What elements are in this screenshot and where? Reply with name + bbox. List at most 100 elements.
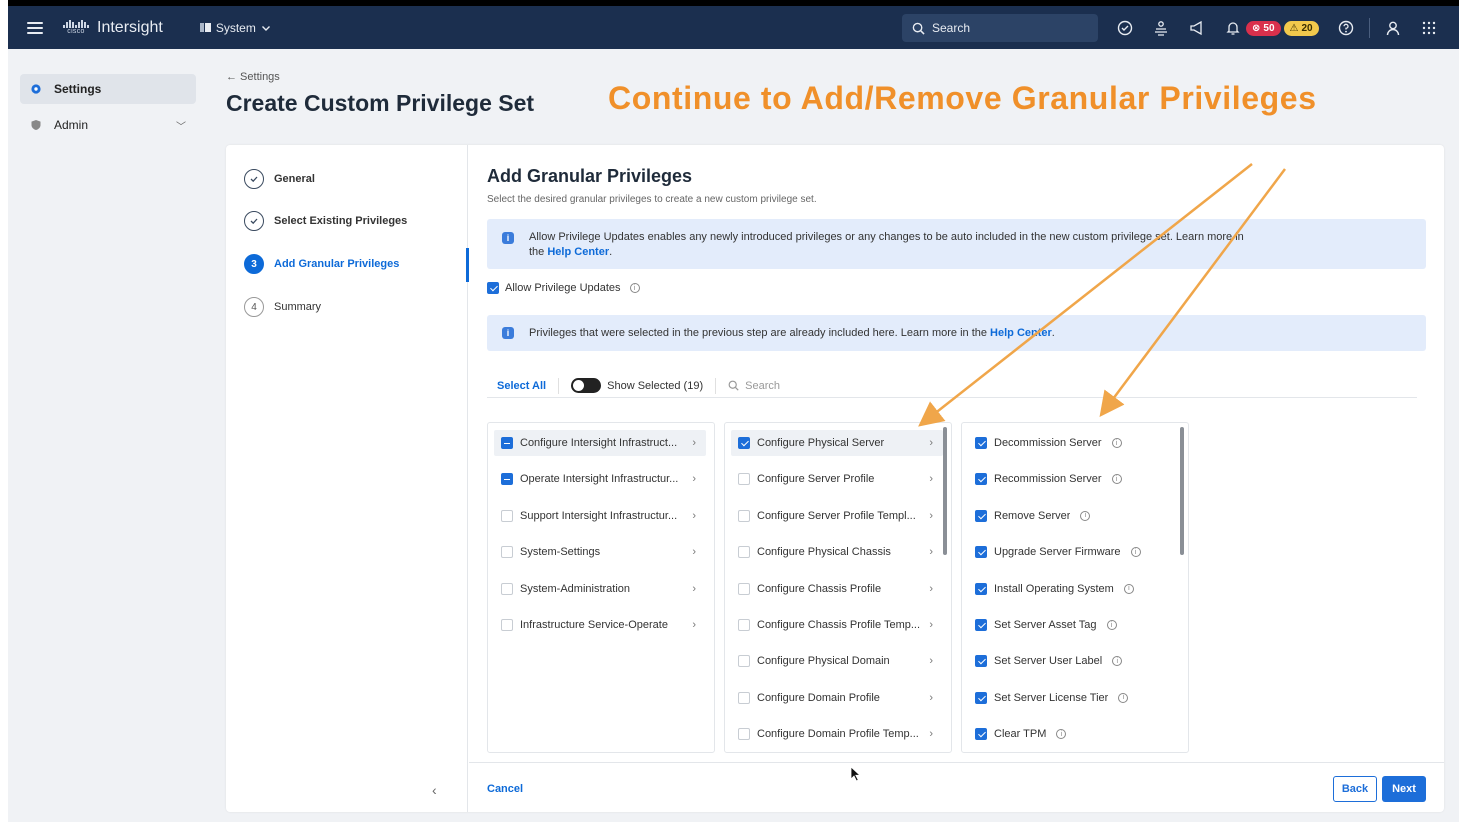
help-center-link[interactable]: Help Center [990, 327, 1052, 339]
group-item[interactable]: Configure Chassis Profile Temp... › [731, 612, 943, 638]
step-add-granular[interactable]: 3 Add Granular Privileges [244, 254, 399, 274]
privilege-item-checkbox[interactable] [975, 655, 987, 668]
group-item-checkbox[interactable] [738, 473, 750, 486]
show-selected-toggle[interactable] [571, 378, 602, 393]
group-item-checkbox[interactable] [738, 655, 750, 668]
info-icon[interactable]: i [1112, 656, 1123, 667]
wizard-steps: General Select Existing Privileges 3 Add… [226, 145, 468, 812]
user-icon[interactable] [1384, 19, 1402, 37]
system-selector[interactable]: System [199, 20, 271, 35]
sidebar-item-admin[interactable]: Admin ﹀ [20, 110, 196, 140]
check-circle-icon[interactable] [1116, 19, 1134, 37]
category-item[interactable]: System-Settings › [494, 539, 706, 565]
privilege-item-checkbox[interactable] [975, 437, 987, 449]
info-icon[interactable]: i [1106, 620, 1117, 630]
step-summary[interactable]: 4 Summary [244, 297, 321, 317]
privilege-item[interactable]: Set Server License Tier i [968, 685, 1180, 711]
category-item[interactable]: Support Intersight Infrastructur... › [494, 503, 706, 529]
privilege-item[interactable]: Set Server User Label i [968, 648, 1180, 674]
sidebar: Settings Admin ﹀ [8, 49, 208, 822]
info-icon[interactable]: i [1130, 547, 1141, 558]
help-icon[interactable] [1337, 19, 1355, 37]
allow-privilege-updates[interactable]: Allow Privilege Updates i [487, 282, 640, 294]
category-item[interactable]: Configure Intersight Infrastruct... › [494, 430, 706, 456]
group-item-checkbox[interactable] [738, 691, 750, 704]
privilege-item-checkbox[interactable] [975, 509, 987, 522]
privilege-item-checkbox[interactable] [975, 546, 987, 559]
shield-icon [31, 120, 41, 130]
info-icon[interactable]: i [629, 283, 640, 293]
info-icon[interactable]: i [1118, 692, 1129, 703]
group-item-checkbox[interactable] [738, 437, 750, 449]
global-search[interactable]: Search [902, 14, 1098, 42]
group-item-checkbox[interactable] [738, 509, 750, 522]
group-item-checkbox[interactable] [738, 728, 750, 741]
select-all-button[interactable]: Select All [497, 380, 546, 392]
category-item-checkbox[interactable] [501, 437, 513, 449]
info-icon[interactable]: i [1080, 510, 1091, 521]
privilege-search-input[interactable]: Search [728, 380, 1417, 392]
sidebar-item-settings[interactable]: Settings [20, 74, 196, 104]
group-item[interactable]: Configure Server Profile Templ... › [731, 503, 943, 529]
group-item-checkbox[interactable] [738, 619, 750, 631]
chevron-right-icon: › [929, 437, 933, 449]
privilege-item-checkbox[interactable] [975, 473, 987, 486]
category-item-checkbox[interactable] [501, 546, 513, 559]
privilege-item[interactable]: Remove Server i [968, 503, 1180, 529]
cancel-button[interactable]: Cancel [487, 783, 523, 795]
chevron-right-icon: › [929, 473, 933, 486]
group-item-checkbox[interactable] [738, 546, 750, 559]
group-item-checkbox[interactable] [738, 582, 750, 595]
bell-icon[interactable] [1224, 19, 1242, 37]
info-icon[interactable]: i [1056, 729, 1067, 740]
info-icon[interactable]: i [1111, 438, 1122, 448]
privilege-item[interactable]: Recommission Server i [968, 466, 1180, 492]
category-item[interactable]: System-Administration › [494, 576, 706, 602]
group-item[interactable]: Configure Physical Server › [731, 430, 943, 456]
group-item[interactable]: Configure Domain Profile Temp... › [731, 721, 943, 747]
back-button[interactable]: Back [1333, 776, 1377, 802]
privilege-item[interactable]: Set Server Asset Tag i [968, 612, 1180, 638]
alert-badges[interactable]: ⊗ 50 ⚠ 20 [1246, 20, 1319, 36]
privilege-item-checkbox[interactable] [975, 619, 987, 631]
allow-updates-checkbox[interactable] [487, 282, 499, 294]
announcement-icon[interactable] [1188, 19, 1206, 37]
category-item-checkbox[interactable] [501, 509, 513, 522]
category-item[interactable]: Infrastructure Service-Operate › [494, 612, 706, 638]
info-icon[interactable]: i [1123, 583, 1134, 594]
scrollbar[interactable] [1180, 427, 1184, 555]
app-window: cisco Intersight System Search ⊗ 50 ⚠ 20… [8, 0, 1459, 822]
warning-alerts-badge[interactable]: ⚠ 20 [1283, 20, 1319, 36]
category-item-checkbox[interactable] [501, 473, 513, 486]
privilege-item-checkbox[interactable] [975, 728, 987, 741]
step-general[interactable]: General [244, 169, 315, 189]
scrollbar[interactable] [943, 427, 947, 555]
critical-icon: ⊗ [1252, 22, 1261, 34]
privilege-item-checkbox[interactable] [975, 582, 987, 595]
critical-alerts-badge[interactable]: ⊗ 50 [1246, 20, 1281, 36]
privilege-item-checkbox[interactable] [975, 691, 987, 704]
system-label: System [215, 20, 256, 35]
group-item[interactable]: Configure Physical Chassis › [731, 539, 943, 565]
privilege-item[interactable]: Install Operating System i [968, 576, 1180, 602]
category-item-checkbox[interactable] [501, 582, 513, 595]
group-item[interactable]: Configure Physical Domain › [731, 648, 943, 674]
group-item[interactable]: Configure Domain Profile › [731, 685, 943, 711]
menu-icon[interactable] [27, 21, 43, 34]
breadcrumb[interactable]: ← Settings [226, 71, 280, 83]
info-icon[interactable]: i [1111, 474, 1122, 485]
help-center-link[interactable]: Help Center [547, 246, 609, 258]
group-item[interactable]: Configure Chassis Profile › [731, 576, 943, 602]
group-item[interactable]: Configure Server Profile › [731, 466, 943, 492]
apps-grid-icon[interactable] [1420, 19, 1438, 37]
privilege-item[interactable]: Upgrade Server Firmware i [968, 539, 1180, 565]
tasks-icon[interactable] [1152, 19, 1170, 37]
privilege-item[interactable]: Decommission Server i [968, 430, 1180, 456]
category-item-label: Infrastructure Service-Operate [520, 619, 668, 631]
collapse-steps-icon[interactable]: ‹ [432, 782, 437, 798]
category-item[interactable]: Operate Intersight Infrastructur... › [494, 466, 706, 492]
next-button[interactable]: Next [1382, 776, 1426, 802]
category-item-checkbox[interactable] [501, 619, 513, 631]
privilege-item[interactable]: Clear TPM i [968, 721, 1180, 747]
step-select-existing[interactable]: Select Existing Privileges [244, 211, 407, 231]
